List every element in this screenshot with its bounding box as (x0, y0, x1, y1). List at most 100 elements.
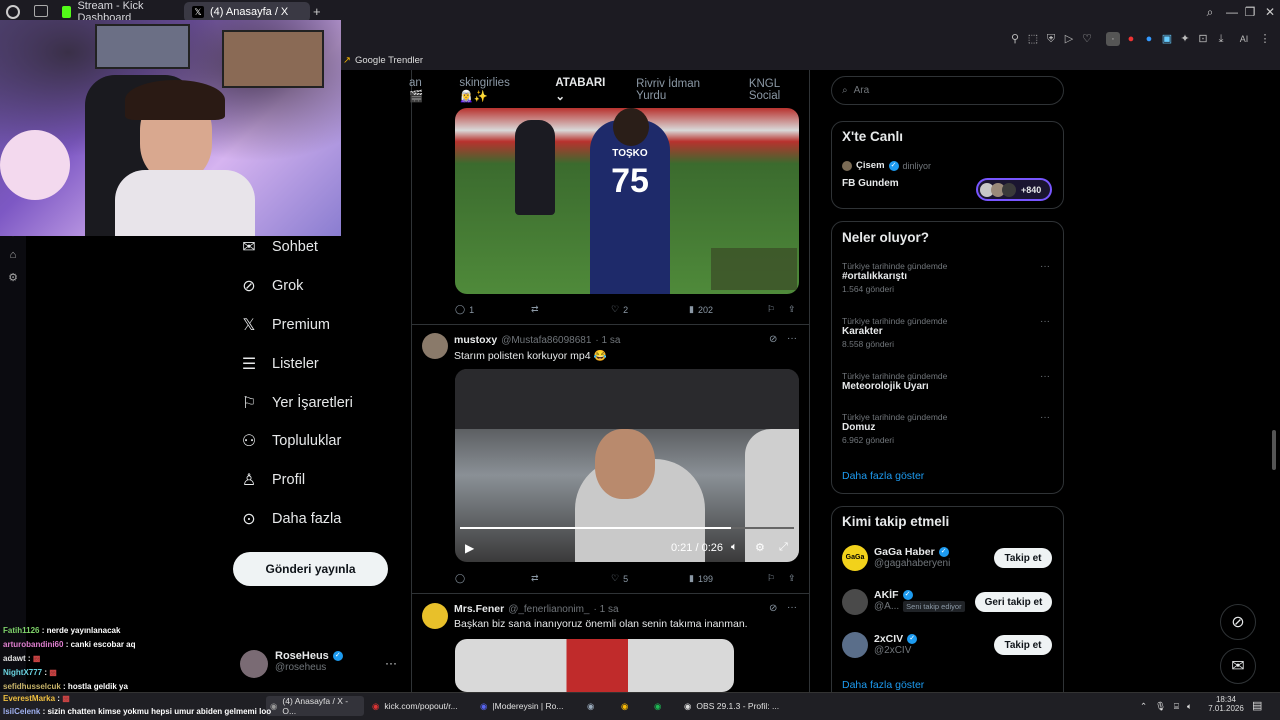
rail-item-icon[interactable]: ⌂ (6, 249, 20, 263)
workspaces-icon[interactable] (34, 5, 48, 17)
post-image[interactable] (455, 639, 734, 692)
tab-list[interactable]: an 🎬 (409, 77, 437, 103)
puzzle-icon[interactable]: ✦ (1178, 32, 1192, 46)
post-handle[interactable]: @_fenerlianonim_ (508, 604, 589, 615)
nav-item-lists[interactable]: ☰ Listeler (240, 349, 319, 379)
heart-icon[interactable]: ♡ (1080, 32, 1094, 46)
post-button[interactable]: Gönderi yayınla (233, 552, 388, 586)
repost-button[interactable]: ⇄ (531, 573, 539, 584)
clock[interactable]: 18:34 7.01.2026 (1206, 695, 1246, 713)
search-icon[interactable]: ⌕ (1202, 4, 1218, 20)
live-listeners[interactable]: +840 (976, 178, 1052, 201)
post-video[interactable]: TOŞKO 75 (455, 108, 799, 294)
nav-item-premium[interactable]: 𝕏 Premium (240, 310, 330, 340)
nav-item-communities[interactable]: ⚇ Topluluklar (240, 426, 342, 456)
screenshot-icon[interactable]: ⬚ (1026, 32, 1040, 46)
more-icon[interactable]: ··· (1040, 316, 1050, 327)
tab-list[interactable]: KNGL Social (749, 78, 810, 102)
extension-red-icon[interactable]: ● (1124, 32, 1138, 46)
share-button[interactable]: ⇪ (788, 304, 796, 315)
suggested-user[interactable]: 2xCIV ✓ @2xCIV (874, 633, 918, 656)
post-time[interactable]: · 1 sa (595, 335, 620, 346)
post-author[interactable]: Mrs.Fener (454, 603, 504, 615)
follow-button[interactable]: Takip et (994, 548, 1052, 568)
translate-icon[interactable]: ▣ (1160, 32, 1174, 46)
show-more-link[interactable]: Daha fazla göster (842, 679, 924, 691)
messages-fab[interactable]: ✉ (1220, 648, 1256, 684)
fullscreen-icon[interactable]: ⤢ (779, 541, 788, 554)
suggested-user[interactable]: GaGa Haber ✓ @gagahaberyeni (874, 546, 950, 569)
account-switcher[interactable]: RoseHeus ✓ @roseheus (275, 650, 343, 673)
tab-list[interactable]: skingirlies🧝‍♀️✨ (459, 77, 533, 103)
tab-x-home[interactable]: 𝕏 (4) Anasayfa / X (184, 2, 310, 22)
taskbar-item[interactable]: ◉ (621, 696, 628, 716)
nav-item-chat[interactable]: ✉ Sohbet (240, 232, 318, 262)
volume-icon[interactable]: 🔈︎ (731, 541, 738, 554)
trend-item[interactable]: Türkiye tarihinde gündemde Domuz 6.962 g… (842, 412, 947, 445)
avatar[interactable] (842, 589, 868, 615)
pin-icon[interactable]: ⚲ (1008, 32, 1022, 46)
nav-item-grok[interactable]: ⊘ Grok (240, 271, 303, 301)
nav-item-profile[interactable]: ♙ Profil (240, 465, 305, 495)
save-icon[interactable]: ⊡ (1196, 32, 1210, 46)
like-button[interactable]: ♡ 5 (611, 573, 628, 584)
show-more-link[interactable]: Daha fazla göster (842, 470, 924, 482)
taskbar-item[interactable]: ◉ OBS 29.1.3 - Profil: ... (684, 696, 784, 716)
views-button[interactable]: ▮ 202 (689, 304, 713, 315)
trend-item[interactable]: Türkiye tarihinde gündemde Meteorolojik … (842, 371, 947, 392)
browser-logo-icon[interactable] (6, 5, 20, 19)
search-input[interactable]: ⌕ Ara (831, 76, 1064, 105)
avatar[interactable] (422, 333, 448, 359)
tab-kick-dashboard[interactable]: Stream - Kick Dashboard (54, 0, 182, 24)
reply-button[interactable]: ◯ (455, 573, 465, 584)
restore-icon[interactable]: ❐ (1242, 4, 1258, 20)
ai-icon[interactable]: AI (1234, 32, 1254, 46)
nav-item-more[interactable]: ⊙ Daha fazla (240, 504, 341, 534)
post-video[interactable]: ▶ 0:21 / 0:26 🔈︎ ⚙ ⤢ (455, 369, 799, 562)
reply-button[interactable]: ◯ 1 (455, 304, 474, 315)
nav-item-bookmarks[interactable]: ⚐ Yer İşaretleri (240, 388, 353, 418)
share-button[interactable]: ⇪ (788, 573, 796, 584)
avatar[interactable] (240, 650, 268, 678)
tab-list-active[interactable]: ATABARI ⌄ (555, 77, 614, 103)
more-icon[interactable]: ··· (385, 656, 397, 670)
settings-icon[interactable]: ⚙ (755, 541, 765, 554)
grok-fab[interactable]: ⊘ (1220, 604, 1256, 640)
grok-icon[interactable]: ⊘ (769, 334, 777, 345)
bookmark-button[interactable]: ⚐ (767, 573, 775, 584)
extension-blue-icon[interactable]: ● (1142, 32, 1156, 46)
trend-item[interactable]: Türkiye tarihinde gündemde Karakter 8.55… (842, 316, 947, 349)
extension-icon[interactable]: · (1106, 32, 1120, 46)
trend-item[interactable]: Türkiye tarihinde gündemde #ortalıkkarış… (842, 261, 947, 294)
download-icon[interactable]: ⤓ (1214, 32, 1228, 46)
avatar[interactable]: GaGa (842, 545, 868, 571)
settings-icon[interactable]: ⚙ (6, 271, 20, 285)
post-time[interactable]: · 1 sa (594, 604, 619, 615)
follow-button[interactable]: Takip et (994, 635, 1052, 655)
tab-list[interactable]: Rivriv İdman Yurdu (636, 78, 727, 102)
more-icon[interactable]: ··· (1040, 261, 1050, 272)
live-space-title[interactable]: FB Gundem (842, 178, 899, 189)
bookmark-button[interactable]: ⚐ (767, 304, 775, 315)
more-icon[interactable]: ··· (1040, 371, 1050, 382)
bookmark-google-trends[interactable]: ↗ Google Trendler (343, 55, 423, 66)
like-button[interactable]: ♡ 2 (611, 304, 628, 315)
scrollbar[interactable] (1272, 430, 1276, 470)
menu-icon[interactable]: ⋮ (1258, 32, 1272, 46)
repost-button[interactable]: ⇄ (531, 304, 539, 315)
grok-icon[interactable]: ⊘ (769, 603, 777, 614)
shield-icon[interactable]: ⛨ (1044, 32, 1058, 46)
post-handle[interactable]: @Mustafa86098681 (501, 335, 591, 346)
taskbar-item[interactable]: ◉ kick.com/popout/r... (372, 696, 472, 716)
play-icon[interactable]: ▷ (1062, 32, 1076, 46)
system-tray[interactable]: ⌃ 🎙︎ ⌸ 🔈︎ (1140, 696, 1192, 716)
more-icon[interactable]: ··· (787, 333, 797, 344)
taskbar-item[interactable]: ◉ (4) Anasayfa / X - O... (266, 696, 364, 716)
live-host[interactable]: Çisem ✓ dinliyor (842, 160, 931, 171)
taskbar-item[interactable]: ◉ (587, 696, 594, 716)
avatar[interactable] (842, 632, 868, 658)
avatar[interactable] (422, 603, 448, 629)
more-icon[interactable]: ··· (787, 602, 797, 613)
taskbar-item[interactable]: ◉ |Modereysin | Ro... (480, 696, 578, 716)
play-icon[interactable]: ▶ (465, 541, 474, 555)
